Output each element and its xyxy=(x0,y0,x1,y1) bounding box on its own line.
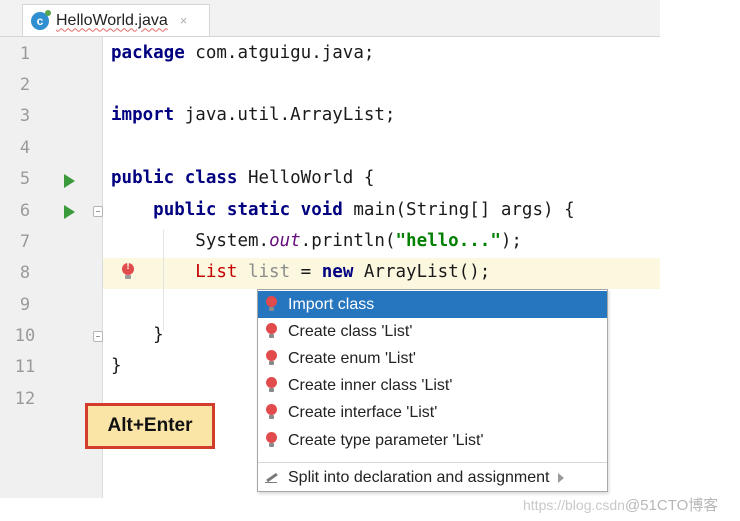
menu-item-label: Split into declaration and assignment xyxy=(288,468,550,486)
code-text: .println( xyxy=(300,231,396,251)
watermark: https://blog.csdn@51CTO博客 xyxy=(523,494,718,515)
static-field: out xyxy=(269,231,301,251)
line-number: 4 xyxy=(19,138,31,158)
menu-item-label: Create class 'List' xyxy=(288,322,413,340)
code-text: = xyxy=(290,262,322,282)
keyword: public static void xyxy=(153,200,343,220)
quickfix-bulb-icon xyxy=(266,323,278,340)
run-class-icon[interactable] xyxy=(64,174,75,188)
code-line-10: } xyxy=(111,325,164,345)
menu-item-create-class[interactable]: Create class 'List' xyxy=(258,318,607,345)
menu-item-label: Create enum 'List' xyxy=(288,349,416,367)
code-text: ArrayList(); xyxy=(353,262,491,282)
menu-item-create-inner-class[interactable]: Create inner class 'List' xyxy=(258,372,607,399)
string-literal: "hello..." xyxy=(395,231,501,251)
code-line-3: import java.util.ArrayList; xyxy=(111,105,395,125)
fold-icon[interactable] xyxy=(93,331,103,342)
run-main-icon[interactable] xyxy=(64,205,75,219)
code-line-1: package com.atguigu.java; xyxy=(111,43,374,63)
code-text: ); xyxy=(500,231,522,251)
keyword: import xyxy=(111,105,175,125)
menu-item-create-type-parameter[interactable]: Create type parameter 'List' xyxy=(258,427,607,454)
keyword: new xyxy=(321,262,354,282)
quickfix-bulb-icon xyxy=(266,432,278,449)
unresolved-symbol[interactable]: List xyxy=(195,262,237,282)
line-number: 12 xyxy=(14,389,36,409)
quickfix-bulb-icon xyxy=(266,377,278,394)
shortcut-callout: Alt+Enter xyxy=(85,403,215,449)
line-number: 8 xyxy=(19,263,31,283)
keyword: package xyxy=(111,43,185,63)
line-number: 10 xyxy=(14,326,36,346)
tab-helloworld-java[interactable]: c HelloWorld.java × xyxy=(22,4,210,36)
menu-separator xyxy=(258,462,607,463)
watermark-brand: @51CTO博客 xyxy=(624,497,719,514)
code-text: System. xyxy=(195,231,270,251)
watermark-url: https://blog.csdn xyxy=(523,497,625,513)
quickfix-bulb-icon xyxy=(266,350,278,367)
fold-icon[interactable] xyxy=(93,206,103,217)
menu-item-split-declaration[interactable]: Split into declaration and assignment xyxy=(258,464,607,491)
code-line-6: public static void main(String[] args) { xyxy=(111,200,575,220)
line-number: 1 xyxy=(19,44,31,64)
line-number: 3 xyxy=(19,106,31,126)
tab-title: HelloWorld.java xyxy=(56,11,168,29)
line-number: 5 xyxy=(19,169,31,189)
code-text: main(String[] args) { xyxy=(342,200,575,220)
pencil-icon xyxy=(264,471,280,485)
code-line-7: System.out.println("hello..."); xyxy=(111,231,522,251)
code-line-8: List list = new ArrayList(); xyxy=(111,262,490,282)
unused-variable: list xyxy=(237,262,291,282)
menu-item-label: Create interface 'List' xyxy=(288,403,438,421)
line-number: 9 xyxy=(19,295,31,315)
quickfix-bulb-icon xyxy=(266,296,278,313)
menu-item-create-interface[interactable]: Create interface 'List' xyxy=(258,399,607,426)
code-line-5: public class HelloWorld { xyxy=(111,168,374,188)
code-text: HelloWorld { xyxy=(237,168,375,188)
menu-item-label: Create inner class 'List' xyxy=(288,376,453,394)
line-number: 11 xyxy=(14,357,36,377)
code-text: } xyxy=(111,356,122,376)
code-text: com.atguigu.java; xyxy=(184,43,375,63)
code-text: java.util.ArrayList; xyxy=(174,105,396,125)
quickfix-bulb-icon xyxy=(266,404,278,421)
submenu-arrow-icon xyxy=(557,472,564,483)
editor-tab-bar: c HelloWorld.java × xyxy=(0,0,660,37)
code-line-11: } xyxy=(111,356,122,376)
menu-item-create-enum[interactable]: Create enum 'List' xyxy=(258,345,607,372)
code-text: } xyxy=(153,325,164,345)
line-number: 2 xyxy=(19,75,31,95)
keyword: public class xyxy=(111,168,238,188)
java-class-icon: c xyxy=(31,9,51,30)
close-icon[interactable]: × xyxy=(180,13,188,28)
line-number: 7 xyxy=(19,232,31,252)
menu-item-label: Import class xyxy=(288,295,375,313)
menu-item-import-class[interactable]: Import class xyxy=(258,291,607,318)
intention-actions-popup: Import class Create class 'List' Create … xyxy=(257,289,608,492)
line-number: 6 xyxy=(19,201,31,221)
menu-item-label: Create type parameter 'List' xyxy=(288,431,484,449)
